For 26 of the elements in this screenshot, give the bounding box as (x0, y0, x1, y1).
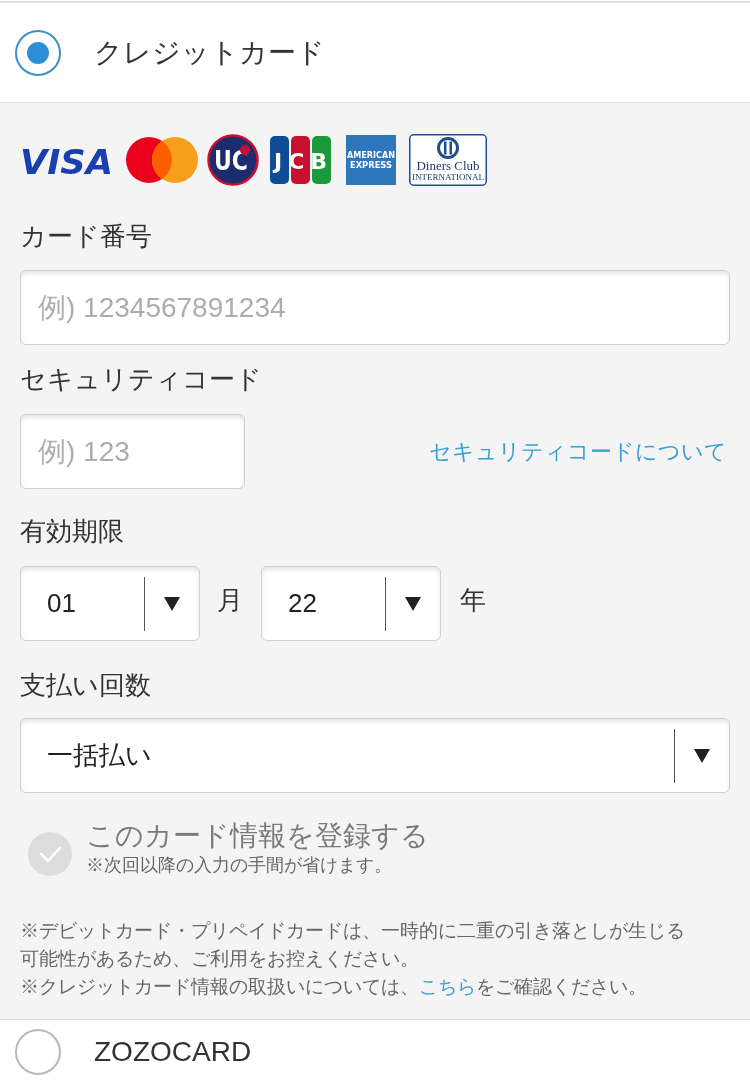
note-text: ※デビットカード・プリペイドカードは、一時的に二重の引き落としが生じる可能性があるため、ご利用をお控えください。 (20, 919, 686, 971)
card-number-field[interactable]: 例) 1234567891234 (20, 270, 730, 345)
option-label: ZOZOCARD (94, 1034, 252, 1069)
caret-icon (405, 596, 421, 611)
note-text: ※クレジットカード情報の取扱いについては、こちら をご確認ください。 (20, 975, 648, 999)
year-unit-label: 年 (460, 584, 486, 617)
option-label: クレジットカード (94, 35, 325, 70)
radio-button[interactable] (15, 1028, 61, 1075)
field-label: カード番号 (20, 220, 153, 253)
checkbox-note: ※次回以降の入力の手間が省けます。 (86, 854, 393, 877)
caret-icon (694, 748, 710, 763)
installments-select[interactable]: 一括払い (20, 718, 730, 793)
field-label: 支払い回数 (20, 669, 152, 702)
checkbox[interactable] (28, 832, 72, 876)
visa-logo: VISA (20, 143, 114, 177)
field-label: セキュリティコード (20, 363, 263, 396)
diners-club-logo: Diners Club INTERNATIONAL (409, 134, 487, 186)
security-code-field[interactable]: 例) 123 (20, 414, 245, 489)
caret-icon (164, 596, 180, 611)
month-select[interactable]: 01 (20, 566, 200, 641)
checkbox-label: このカード情報を登録する (86, 819, 429, 853)
year-select[interactable]: 22 (261, 566, 441, 641)
month-unit-label: 月 (217, 584, 243, 617)
amex-logo: AMERICAN EXPRESS (346, 135, 396, 185)
radio-button[interactable] (15, 29, 61, 76)
field-label: 有効期限 (20, 515, 125, 548)
